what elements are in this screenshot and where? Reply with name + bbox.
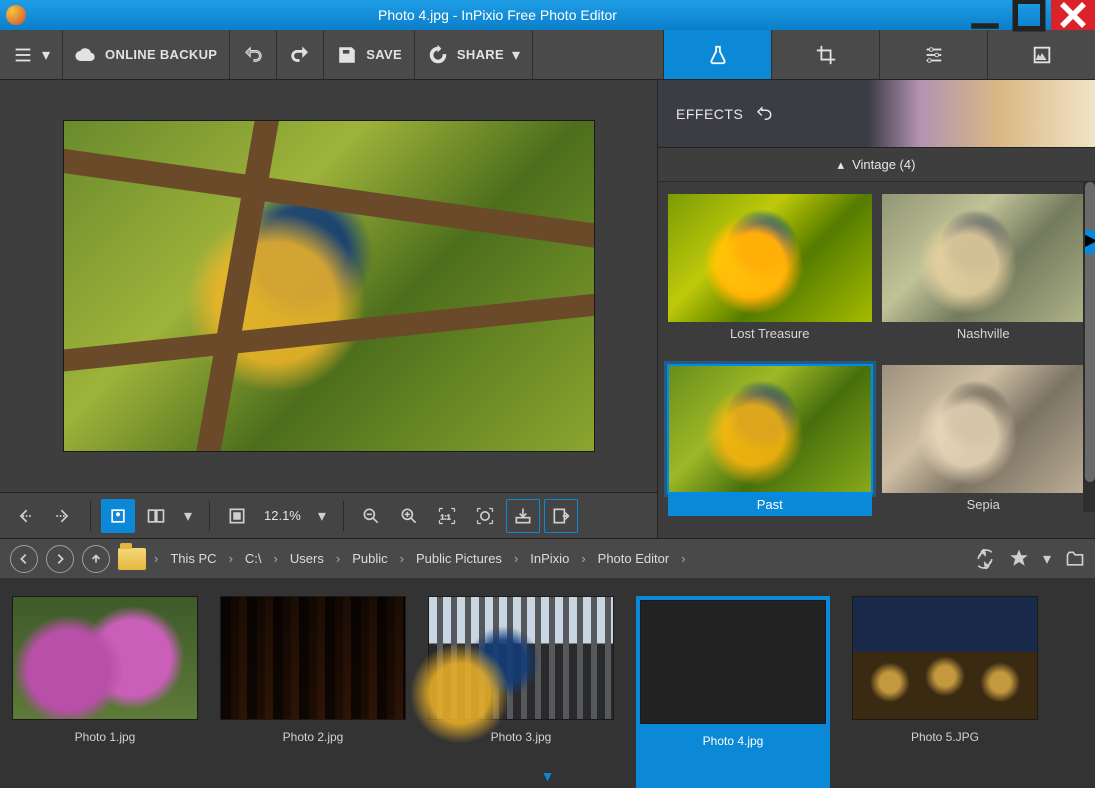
export-button[interactable] bbox=[544, 499, 578, 533]
cloud-icon bbox=[75, 44, 97, 66]
effect-past[interactable]: Past bbox=[668, 365, 872, 526]
save-button[interactable]: SAVE bbox=[324, 30, 415, 79]
zoom-out-button[interactable] bbox=[354, 499, 388, 533]
menu-button[interactable]: ▾ bbox=[0, 30, 63, 79]
crumb-public-pictures[interactable]: Public Pictures bbox=[408, 547, 510, 570]
effects-panel: EFFECTS ▴ Vintage (4) Lost Treasure Nash… bbox=[657, 80, 1095, 538]
open-folder-icon[interactable] bbox=[1065, 549, 1085, 569]
save-label: SAVE bbox=[366, 47, 402, 62]
minimize-button[interactable] bbox=[963, 0, 1007, 30]
online-backup-label: ONLINE BACKUP bbox=[105, 47, 217, 62]
canvas-area[interactable] bbox=[0, 80, 657, 492]
refresh-icon[interactable] bbox=[975, 549, 995, 569]
zoom-value: 12.1% bbox=[258, 508, 307, 523]
undo-icon bbox=[242, 44, 264, 66]
sliders-icon bbox=[923, 44, 945, 66]
crumb-public[interactable]: Public bbox=[344, 547, 395, 570]
zoom-dropdown[interactable]: ▾ bbox=[311, 506, 333, 526]
path-bar: ›This PC ›C:\ ›Users ›Public ›Public Pic… bbox=[0, 538, 1095, 578]
filmstrip-collapse-icon[interactable]: ▼ bbox=[541, 768, 555, 784]
crumb-users[interactable]: Users bbox=[282, 547, 332, 570]
share-button[interactable]: SHARE ▾ bbox=[415, 30, 533, 79]
title-bar: Photo 4.jpg - InPixio Free Photo Editor bbox=[0, 0, 1095, 30]
tab-adjust[interactable] bbox=[879, 30, 987, 79]
tab-frame[interactable] bbox=[987, 30, 1095, 79]
crumb-drive[interactable]: C:\ bbox=[237, 547, 270, 570]
effect-thumbnail bbox=[882, 365, 1086, 493]
view-mode-dropdown[interactable]: ▾ bbox=[177, 506, 199, 526]
chevron-down-icon: ▾ bbox=[42, 45, 50, 65]
effects-group-header[interactable]: ▴ Vintage (4) bbox=[658, 148, 1095, 182]
window-title: Photo 4.jpg - InPixio Free Photo Editor bbox=[32, 7, 963, 23]
crumb-photo-editor[interactable]: Photo Editor bbox=[590, 547, 678, 570]
filmstrip-item-4[interactable]: Photo 4.jpg bbox=[636, 596, 830, 788]
share-icon bbox=[427, 44, 449, 66]
effect-thumbnail bbox=[668, 365, 872, 493]
filmstrip: Photo 1.jpg Photo 2.jpg Photo 3.jpg Phot… bbox=[0, 578, 1095, 788]
chevron-up-icon: ▴ bbox=[838, 157, 845, 173]
flask-icon bbox=[707, 44, 729, 66]
zoom-region-button[interactable] bbox=[468, 499, 502, 533]
app-logo-icon bbox=[6, 5, 26, 25]
prev-button[interactable] bbox=[8, 499, 42, 533]
tab-crop[interactable] bbox=[771, 30, 879, 79]
chevron-down-icon: ▾ bbox=[512, 45, 520, 65]
effect-label: Past bbox=[668, 493, 872, 516]
maximize-button[interactable] bbox=[1007, 0, 1051, 30]
filmstrip-thumbnail bbox=[640, 600, 826, 724]
chevron-down-icon[interactable]: ▾ bbox=[1043, 549, 1051, 569]
breadcrumb: ›This PC ›C:\ ›Users ›Public ›Public Pic… bbox=[154, 547, 967, 570]
svg-text:1:1: 1:1 bbox=[440, 512, 450, 521]
close-button[interactable] bbox=[1051, 0, 1095, 30]
compare-view-button[interactable] bbox=[139, 499, 173, 533]
effects-group-label: Vintage (4) bbox=[852, 157, 915, 172]
online-backup-button[interactable]: ONLINE BACKUP bbox=[63, 30, 230, 79]
effect-sepia[interactable]: Sepia bbox=[882, 365, 1086, 526]
import-button[interactable] bbox=[506, 499, 540, 533]
tab-effects[interactable] bbox=[663, 30, 771, 79]
crumb-inpixio[interactable]: InPixio bbox=[522, 547, 577, 570]
redo-icon bbox=[289, 44, 311, 66]
undo-button[interactable] bbox=[230, 30, 277, 79]
next-button[interactable] bbox=[46, 499, 80, 533]
effect-label: Lost Treasure bbox=[668, 322, 872, 345]
nav-up-button[interactable] bbox=[82, 545, 110, 573]
view-controls: ▾ 12.1% ▾ 1:1 bbox=[0, 492, 657, 538]
zoom-in-button[interactable] bbox=[392, 499, 426, 533]
frame-icon bbox=[1031, 44, 1053, 66]
panel-expand-handle[interactable]: ▶ bbox=[1085, 230, 1095, 254]
zoom-100-button[interactable]: 1:1 bbox=[430, 499, 464, 533]
effect-label: Sepia bbox=[882, 493, 1086, 516]
crumb-this-pc[interactable]: This PC bbox=[162, 547, 224, 570]
effects-header: EFFECTS bbox=[658, 80, 1095, 148]
effect-thumbnail bbox=[668, 194, 872, 322]
nav-forward-button[interactable] bbox=[46, 545, 74, 573]
undo-icon[interactable] bbox=[755, 105, 773, 123]
effect-lost-treasure[interactable]: Lost Treasure bbox=[668, 194, 872, 355]
save-icon bbox=[336, 44, 358, 66]
filmstrip-thumbnail bbox=[852, 596, 1038, 720]
side-tabs bbox=[663, 30, 1095, 79]
favorite-icon[interactable] bbox=[1009, 549, 1029, 569]
folder-icon bbox=[118, 548, 146, 570]
redo-button[interactable] bbox=[277, 30, 324, 79]
effect-label: Nashville bbox=[882, 322, 1086, 345]
preview-image bbox=[64, 121, 594, 451]
effect-thumbnail bbox=[882, 194, 1086, 322]
share-label: SHARE bbox=[457, 47, 504, 62]
single-view-button[interactable] bbox=[101, 499, 135, 533]
nav-back-button[interactable] bbox=[10, 545, 38, 573]
main-toolbar: ▾ ONLINE BACKUP SAVE SHARE ▾ bbox=[0, 30, 1095, 80]
effects-header-label: EFFECTS bbox=[676, 106, 743, 122]
fit-button[interactable] bbox=[220, 499, 254, 533]
effect-nashville[interactable]: Nashville bbox=[882, 194, 1086, 355]
crop-icon bbox=[815, 44, 837, 66]
